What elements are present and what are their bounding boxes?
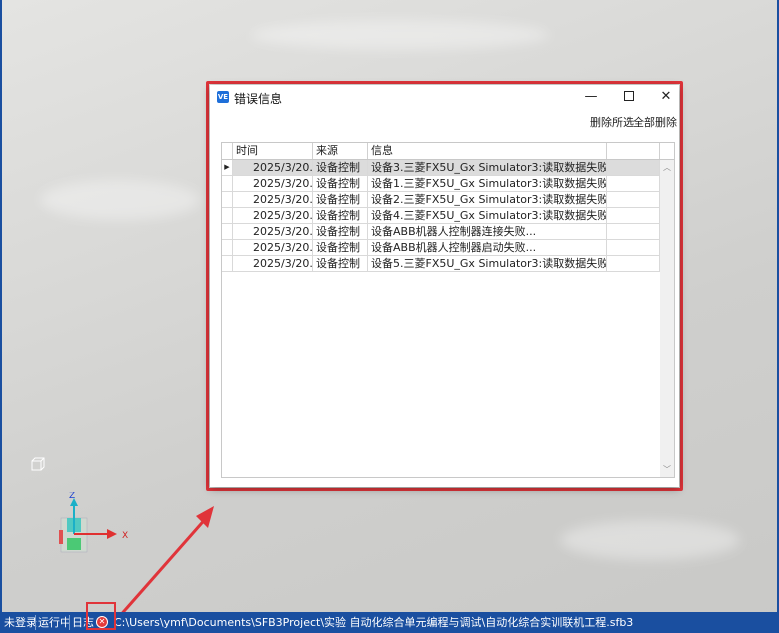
cell-filler — [607, 208, 660, 223]
project-path: C:\Users\ymf\Documents\SFB3Project\实验 自动… — [114, 616, 634, 629]
delete-selected-button[interactable]: 删除所选 — [590, 114, 634, 130]
cell-source: 设备控制 — [313, 160, 368, 175]
app-logo-icon: VE — [217, 91, 229, 103]
cell-time: 2025/3/20... — [250, 224, 313, 239]
row-spacer — [233, 224, 250, 239]
cell-time: 2025/3/20... — [250, 208, 313, 223]
error-grid: 时间 来源 信息 ▶ 2025/3/20... 设备控制 设备3.三菱FX5U_… — [221, 142, 675, 478]
column-header-filler — [607, 143, 660, 159]
scroll-up-icon[interactable]: ︿ — [663, 162, 671, 173]
close-button[interactable]: ✕ — [651, 88, 681, 106]
minimize-button[interactable]: — — [576, 88, 606, 106]
status-bar: 未登录 运行中 日志 ✕ C:\Users\ymf\Documents\SFB3… — [0, 612, 779, 633]
error-info-dialog: VE 错误信息 — ✕ 删除所选 全部删除 时间 来源 信息 ▶ 2025/3/… — [210, 85, 679, 487]
column-header-source[interactable]: 来源 — [313, 143, 368, 159]
row-header — [222, 208, 233, 223]
cell-message: 设备ABB机器人控制器连接失败... — [368, 224, 607, 239]
dialog-titlebar[interactable]: VE 错误信息 — ✕ — [210, 85, 679, 109]
cell-source: 设备控制 — [313, 240, 368, 255]
window-frame-left — [0, 0, 2, 612]
cell-filler — [607, 240, 660, 255]
header-corner — [222, 143, 233, 159]
view-cube-icon[interactable] — [31, 457, 45, 471]
cell-filler — [607, 160, 660, 175]
column-header-time[interactable]: 时间 — [233, 143, 313, 159]
status-divider — [69, 615, 70, 630]
row-selected-indicator-icon: ▶ — [222, 160, 233, 175]
cell-filler — [607, 176, 660, 191]
table-row[interactable]: 2025/3/20... 设备控制 设备ABB机器人控制器连接失败... — [222, 224, 660, 240]
cell-message: 设备2.三菱FX5U_Gx Simulator3:读取数据失败,地址:... — [368, 192, 607, 207]
cell-source: 设备控制 — [313, 256, 368, 271]
viewport-texture — [40, 180, 200, 220]
table-row[interactable]: ▶ 2025/3/20... 设备控制 设备3.三菱FX5U_Gx Simula… — [222, 160, 660, 176]
row-header — [222, 256, 233, 271]
cell-filler — [607, 192, 660, 207]
status-divider — [35, 615, 36, 630]
table-row[interactable]: 2025/3/20... 设备控制 设备2.三菱FX5U_Gx Simulato… — [222, 192, 660, 208]
cell-time: 2025/3/20... — [250, 240, 313, 255]
error-icon-highlight-box — [86, 602, 116, 630]
cell-time: 2025/3/20... — [250, 192, 313, 207]
z-axis-label: Z — [69, 492, 75, 501]
cell-time: 2025/3/20... — [250, 160, 313, 175]
row-spacer — [233, 208, 250, 223]
column-header-message[interactable]: 信息 — [368, 143, 607, 159]
cell-message: 设备5.三菱FX5U_Gx Simulator3:读取数据失败,地址:... — [368, 256, 607, 271]
row-header — [222, 192, 233, 207]
viewport-texture — [250, 20, 550, 50]
cell-source: 设备控制 — [313, 176, 368, 191]
cell-message: 设备ABB机器人控制器启动失败... — [368, 240, 607, 255]
table-row[interactable]: 2025/3/20... 设备控制 设备4.三菱FX5U_Gx Simulato… — [222, 208, 660, 224]
cell-source: 设备控制 — [313, 192, 368, 207]
grid-header: 时间 来源 信息 — [222, 143, 674, 160]
cell-source: 设备控制 — [313, 224, 368, 239]
delete-all-button[interactable]: 全部删除 — [633, 114, 677, 130]
scroll-down-icon[interactable]: ﹀ — [663, 464, 671, 475]
cell-filler — [607, 256, 660, 271]
row-spacer — [233, 192, 250, 207]
row-header — [222, 240, 233, 255]
table-row[interactable]: 2025/3/20... 设备控制 设备1.三菱FX5U_Gx Simulato… — [222, 176, 660, 192]
cell-filler — [607, 224, 660, 239]
row-header — [222, 176, 233, 191]
cell-source: 设备控制 — [313, 208, 368, 223]
annotation-arrow — [116, 506, 214, 619]
cell-time: 2025/3/20... — [250, 256, 313, 271]
table-row[interactable]: 2025/3/20... 设备控制 设备5.三菱FX5U_Gx Simulato… — [222, 256, 660, 272]
cell-time: 2025/3/20... — [250, 176, 313, 191]
row-spacer — [233, 240, 250, 255]
cell-message: 设备1.三菱FX5U_Gx Simulator3:读取数据失败,地址:... — [368, 176, 607, 191]
maximize-icon — [624, 90, 634, 101]
dialog-title: 错误信息 — [234, 92, 283, 106]
run-status[interactable]: 运行中 — [38, 615, 71, 630]
row-spacer — [233, 256, 250, 271]
row-spacer — [233, 160, 250, 175]
table-row[interactable]: 2025/3/20... 设备控制 设备ABB机器人控制器启动失败... — [222, 240, 660, 256]
cell-message: 设备3.三菱FX5U_Gx Simulator3:读取数据失败,地址:... — [368, 160, 607, 175]
row-spacer — [233, 176, 250, 191]
vertical-scrollbar[interactable]: ︿ ﹀ — [660, 160, 674, 477]
row-header — [222, 224, 233, 239]
cell-message: 设备4.三菱FX5U_Gx Simulator3:读取数据失败,地址:... — [368, 208, 607, 223]
viewport-texture — [560, 520, 740, 560]
login-status[interactable]: 未登录 — [4, 615, 37, 630]
maximize-button[interactable] — [614, 88, 644, 106]
